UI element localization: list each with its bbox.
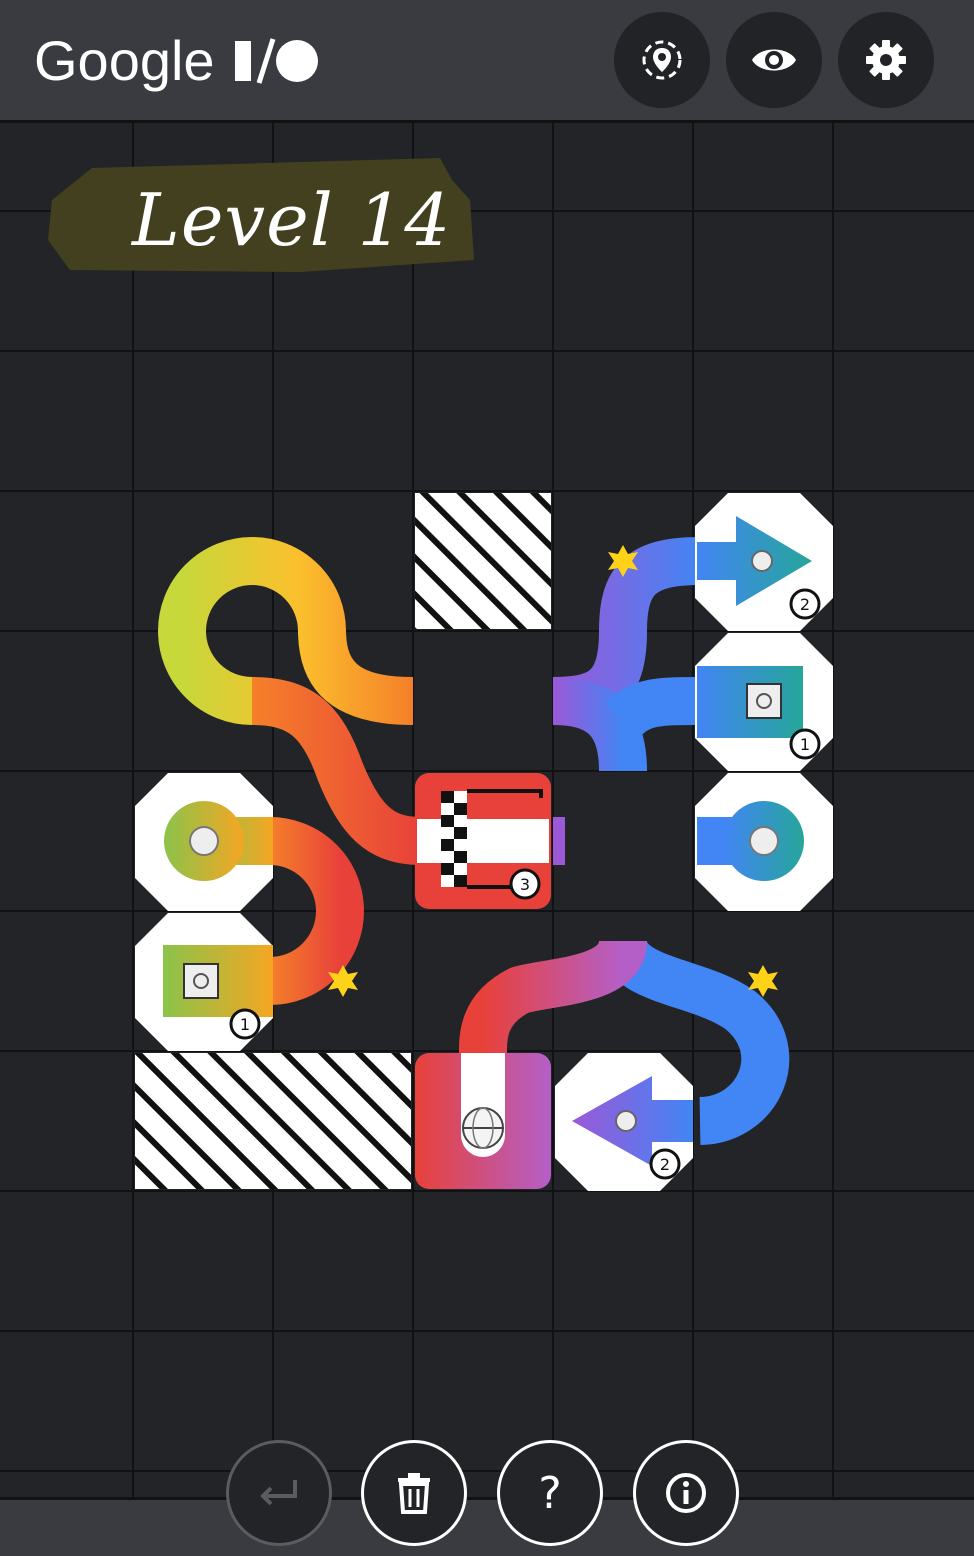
svg-text:1: 1: [800, 735, 810, 754]
brand-word: Google: [34, 29, 215, 92]
level-title: Level 14: [132, 178, 452, 262]
trash-icon: [398, 1473, 430, 1514]
undo-icon: [260, 1480, 297, 1506]
counter-badge: 3: [509, 868, 541, 900]
bottom-bar: [0, 1497, 974, 1556]
counter-badge: 1: [789, 728, 821, 760]
eye-icon: [752, 49, 796, 71]
blocked-tile: [415, 493, 551, 629]
google-io-logo: Google: [34, 28, 321, 93]
info-icon: [666, 1473, 706, 1513]
help-button[interactable]: ?: [497, 1440, 603, 1546]
track-junction: [552, 677, 647, 772]
counter-badge: 2: [649, 1148, 681, 1180]
svg-text:2: 2: [800, 595, 810, 614]
delete-button[interactable]: [361, 1440, 467, 1546]
finish-tile[interactable]: [415, 773, 565, 909]
game-board[interactable]: 3 2 1 1 2: [0, 123, 974, 1500]
view-button[interactable]: [726, 12, 822, 108]
svg-text:3: 3: [520, 875, 530, 894]
io-mark: [233, 37, 321, 85]
settings-button[interactable]: [838, 12, 934, 108]
top-bar: Google: [0, 0, 974, 123]
location-button[interactable]: [614, 12, 710, 108]
svg-text:1: 1: [240, 1015, 250, 1034]
start-tile[interactable]: [415, 1053, 551, 1189]
help-label: ?: [538, 1467, 562, 1519]
counter-badge: 1: [229, 1008, 261, 1040]
gear-icon: [866, 40, 906, 80]
info-button[interactable]: [633, 1440, 739, 1546]
counter-badge: 2: [789, 588, 821, 620]
undo-button[interactable]: [226, 1440, 332, 1546]
blocked-tile: [135, 1053, 411, 1189]
location-icon: [642, 40, 682, 80]
track-branch: [605, 677, 701, 738]
svg-text:2: 2: [660, 1155, 670, 1174]
